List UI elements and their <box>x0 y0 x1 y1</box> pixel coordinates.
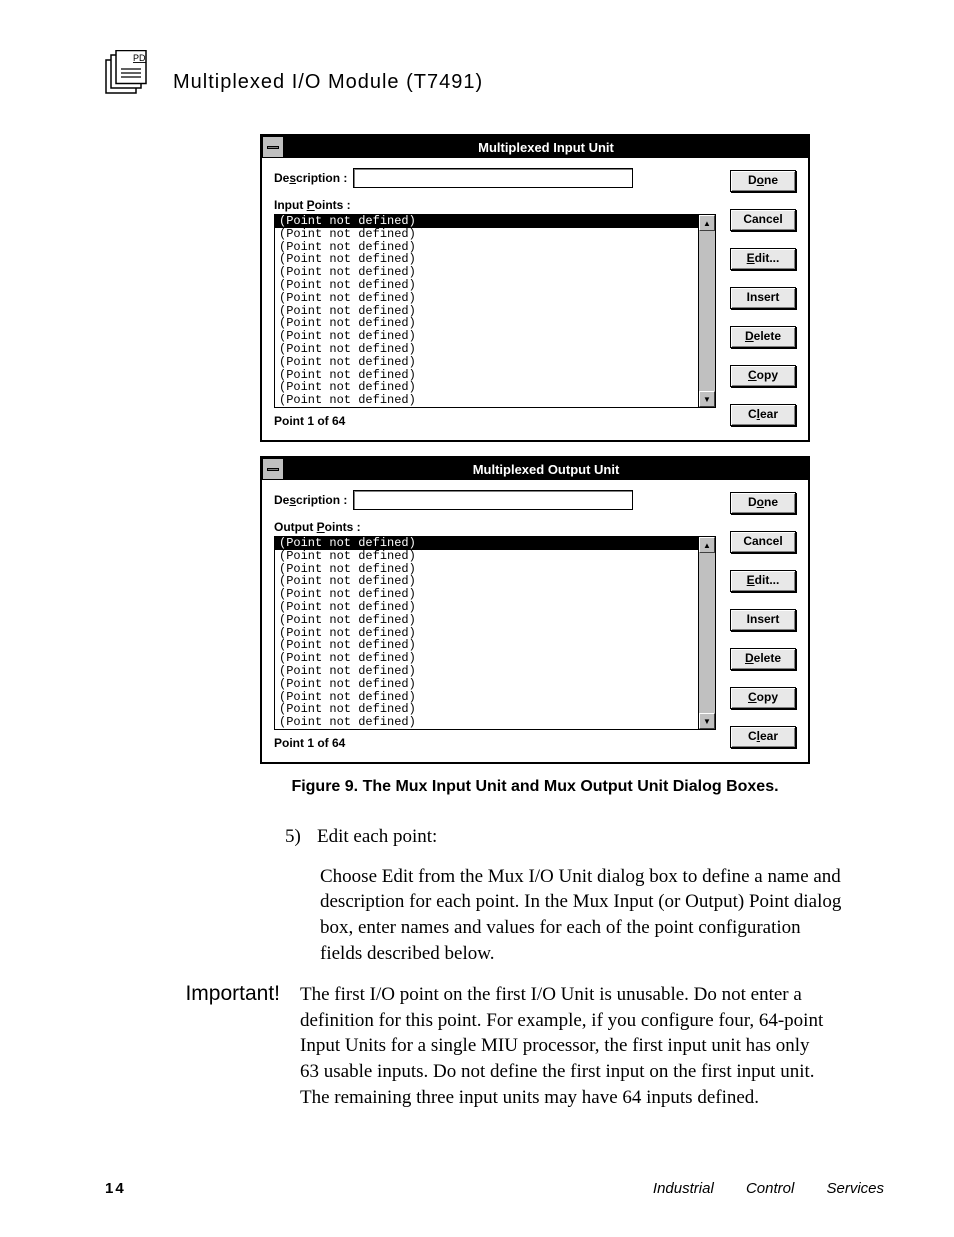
dialog-title: Multiplexed Input Unit <box>284 140 808 155</box>
footer-text: Industrial Control Services <box>653 1180 884 1197</box>
list-item[interactable]: (Point not defined) <box>275 228 698 241</box>
points-label: Output Points : <box>274 520 716 534</box>
dialog-title: Multiplexed Output Unit <box>284 462 808 477</box>
scroll-down-icon[interactable]: ▼ <box>699 713 715 729</box>
list-item[interactable]: (Point not defined) <box>275 716 698 729</box>
list-item[interactable]: (Point not defined) <box>275 394 698 407</box>
page-header-title: Multiplexed I/O Module (T7491) <box>173 71 483 94</box>
copy-button[interactable]: Copy <box>730 365 796 387</box>
svg-text:PD: PD <box>133 53 146 63</box>
figure-caption: Figure 9. The Mux Input Unit and Mux Out… <box>260 778 810 796</box>
clear-button[interactable]: Clear <box>730 726 796 748</box>
important-text: The first I/O point on the first I/O Uni… <box>300 982 830 1110</box>
description-label: Description : <box>274 493 347 507</box>
scroll-up-icon[interactable]: ▲ <box>699 215 715 231</box>
step-number: 5) <box>285 824 307 850</box>
mux-input-dialog: Multiplexed Input Unit Description : Inp… <box>260 134 810 442</box>
list-item[interactable]: (Point not defined) <box>275 343 698 356</box>
list-item[interactable]: (Point not defined) <box>275 215 698 228</box>
list-item[interactable]: (Point not defined) <box>275 356 698 369</box>
important-label: Important! <box>140 982 280 1110</box>
done-button[interactable]: Done <box>730 492 796 514</box>
mux-output-dialog: Multiplexed Output Unit Description : Ou… <box>260 456 810 764</box>
delete-button[interactable]: Delete <box>730 648 796 670</box>
points-label: Input Points : <box>274 198 716 212</box>
done-button[interactable]: Done <box>730 170 796 192</box>
body-paragraph: Choose Edit from the Mux I/O Unit dialog… <box>320 864 845 967</box>
status-text: Point 1 of 64 <box>274 414 716 428</box>
page-number: 14 <box>105 1180 126 1197</box>
output-points-listbox[interactable]: (Point not defined) (Point not defined) … <box>275 537 698 729</box>
copy-button[interactable]: Copy <box>730 687 796 709</box>
list-item[interactable]: (Point not defined) <box>275 292 698 305</box>
scroll-up-icon[interactable]: ▲ <box>699 537 715 553</box>
edit-button[interactable]: Edit... <box>730 248 796 270</box>
list-item[interactable]: (Point not defined) <box>275 665 698 678</box>
system-menu-icon[interactable] <box>262 136 284 158</box>
input-points-listbox[interactable]: (Point not defined) (Point not defined) … <box>275 215 698 407</box>
cancel-button[interactable]: Cancel <box>730 531 796 553</box>
scroll-down-icon[interactable]: ▼ <box>699 391 715 407</box>
system-menu-icon[interactable] <box>262 458 284 480</box>
list-item[interactable]: (Point not defined) <box>275 550 698 563</box>
status-text: Point 1 of 64 <box>274 736 716 750</box>
insert-button[interactable]: Insert <box>730 609 796 631</box>
list-item[interactable]: (Point not defined) <box>275 614 698 627</box>
list-item[interactable]: (Point not defined) <box>275 601 698 614</box>
insert-button[interactable]: Insert <box>730 287 796 309</box>
document-stack-icon: PD <box>105 50 153 94</box>
delete-button[interactable]: Delete <box>730 326 796 348</box>
description-input[interactable] <box>353 168 633 188</box>
scrollbar[interactable]: ▲ ▼ <box>698 537 715 729</box>
list-item[interactable]: (Point not defined) <box>275 678 698 691</box>
scrollbar[interactable]: ▲ ▼ <box>698 215 715 407</box>
description-label: Description : <box>274 171 347 185</box>
edit-button[interactable]: Edit... <box>730 570 796 592</box>
cancel-button[interactable]: Cancel <box>730 209 796 231</box>
step-title: Edit each point: <box>317 824 437 850</box>
list-item[interactable]: (Point not defined) <box>275 279 698 292</box>
clear-button[interactable]: Clear <box>730 404 796 426</box>
description-input[interactable] <box>353 490 633 510</box>
list-item[interactable]: (Point not defined) <box>275 537 698 550</box>
